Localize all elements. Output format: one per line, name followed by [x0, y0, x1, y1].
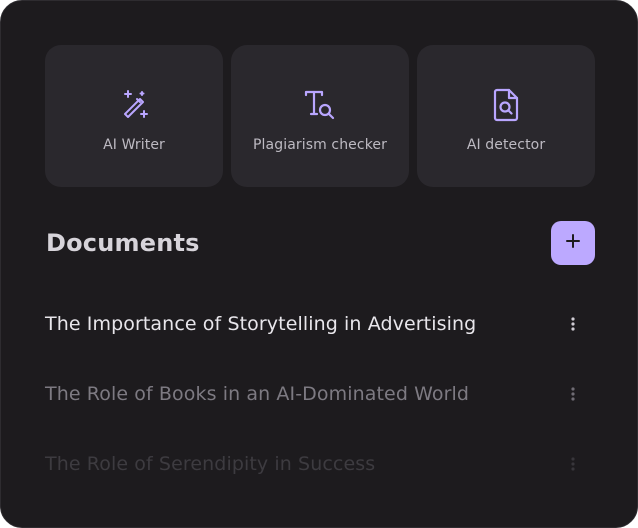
list-item[interactable]: The Role of Serendipity in Success: [45, 429, 595, 499]
ai-writer-card[interactable]: AI Writer: [45, 45, 223, 187]
documents-heading: Documents: [46, 229, 200, 257]
magic-wand-icon: [119, 87, 149, 123]
more-options-icon[interactable]: [561, 312, 585, 336]
documents-panel: AI Writer Plagiarism checker AI detector…: [0, 0, 638, 528]
plus-icon: [565, 233, 581, 253]
ai-writer-label: AI Writer: [103, 137, 165, 153]
file-search-icon: [491, 87, 521, 123]
more-options-icon[interactable]: [561, 452, 585, 476]
text-search-icon: [303, 87, 337, 123]
document-name: The Role of Serendipity in Success: [45, 453, 376, 475]
list-item[interactable]: The Importance of Storytelling in Advert…: [45, 289, 595, 359]
ai-detector-label: AI detector: [466, 137, 546, 153]
add-document-button[interactable]: [551, 221, 595, 265]
plagiarism-checker-label: Plagiarism checker: [253, 137, 387, 153]
document-list: The Importance of Storytelling in Advert…: [45, 289, 595, 499]
document-name: The Importance of Storytelling in Advert…: [45, 313, 477, 335]
ai-detector-card[interactable]: AI detector: [417, 45, 595, 187]
list-item[interactable]: The Role of Books in an AI-Dominated Wor…: [45, 359, 595, 429]
document-name: The Role of Books in an AI-Dominated Wor…: [45, 383, 470, 405]
tool-cards: AI Writer Plagiarism checker AI detector: [45, 45, 595, 187]
more-options-icon[interactable]: [561, 382, 585, 406]
plagiarism-checker-card[interactable]: Plagiarism checker: [231, 45, 409, 187]
